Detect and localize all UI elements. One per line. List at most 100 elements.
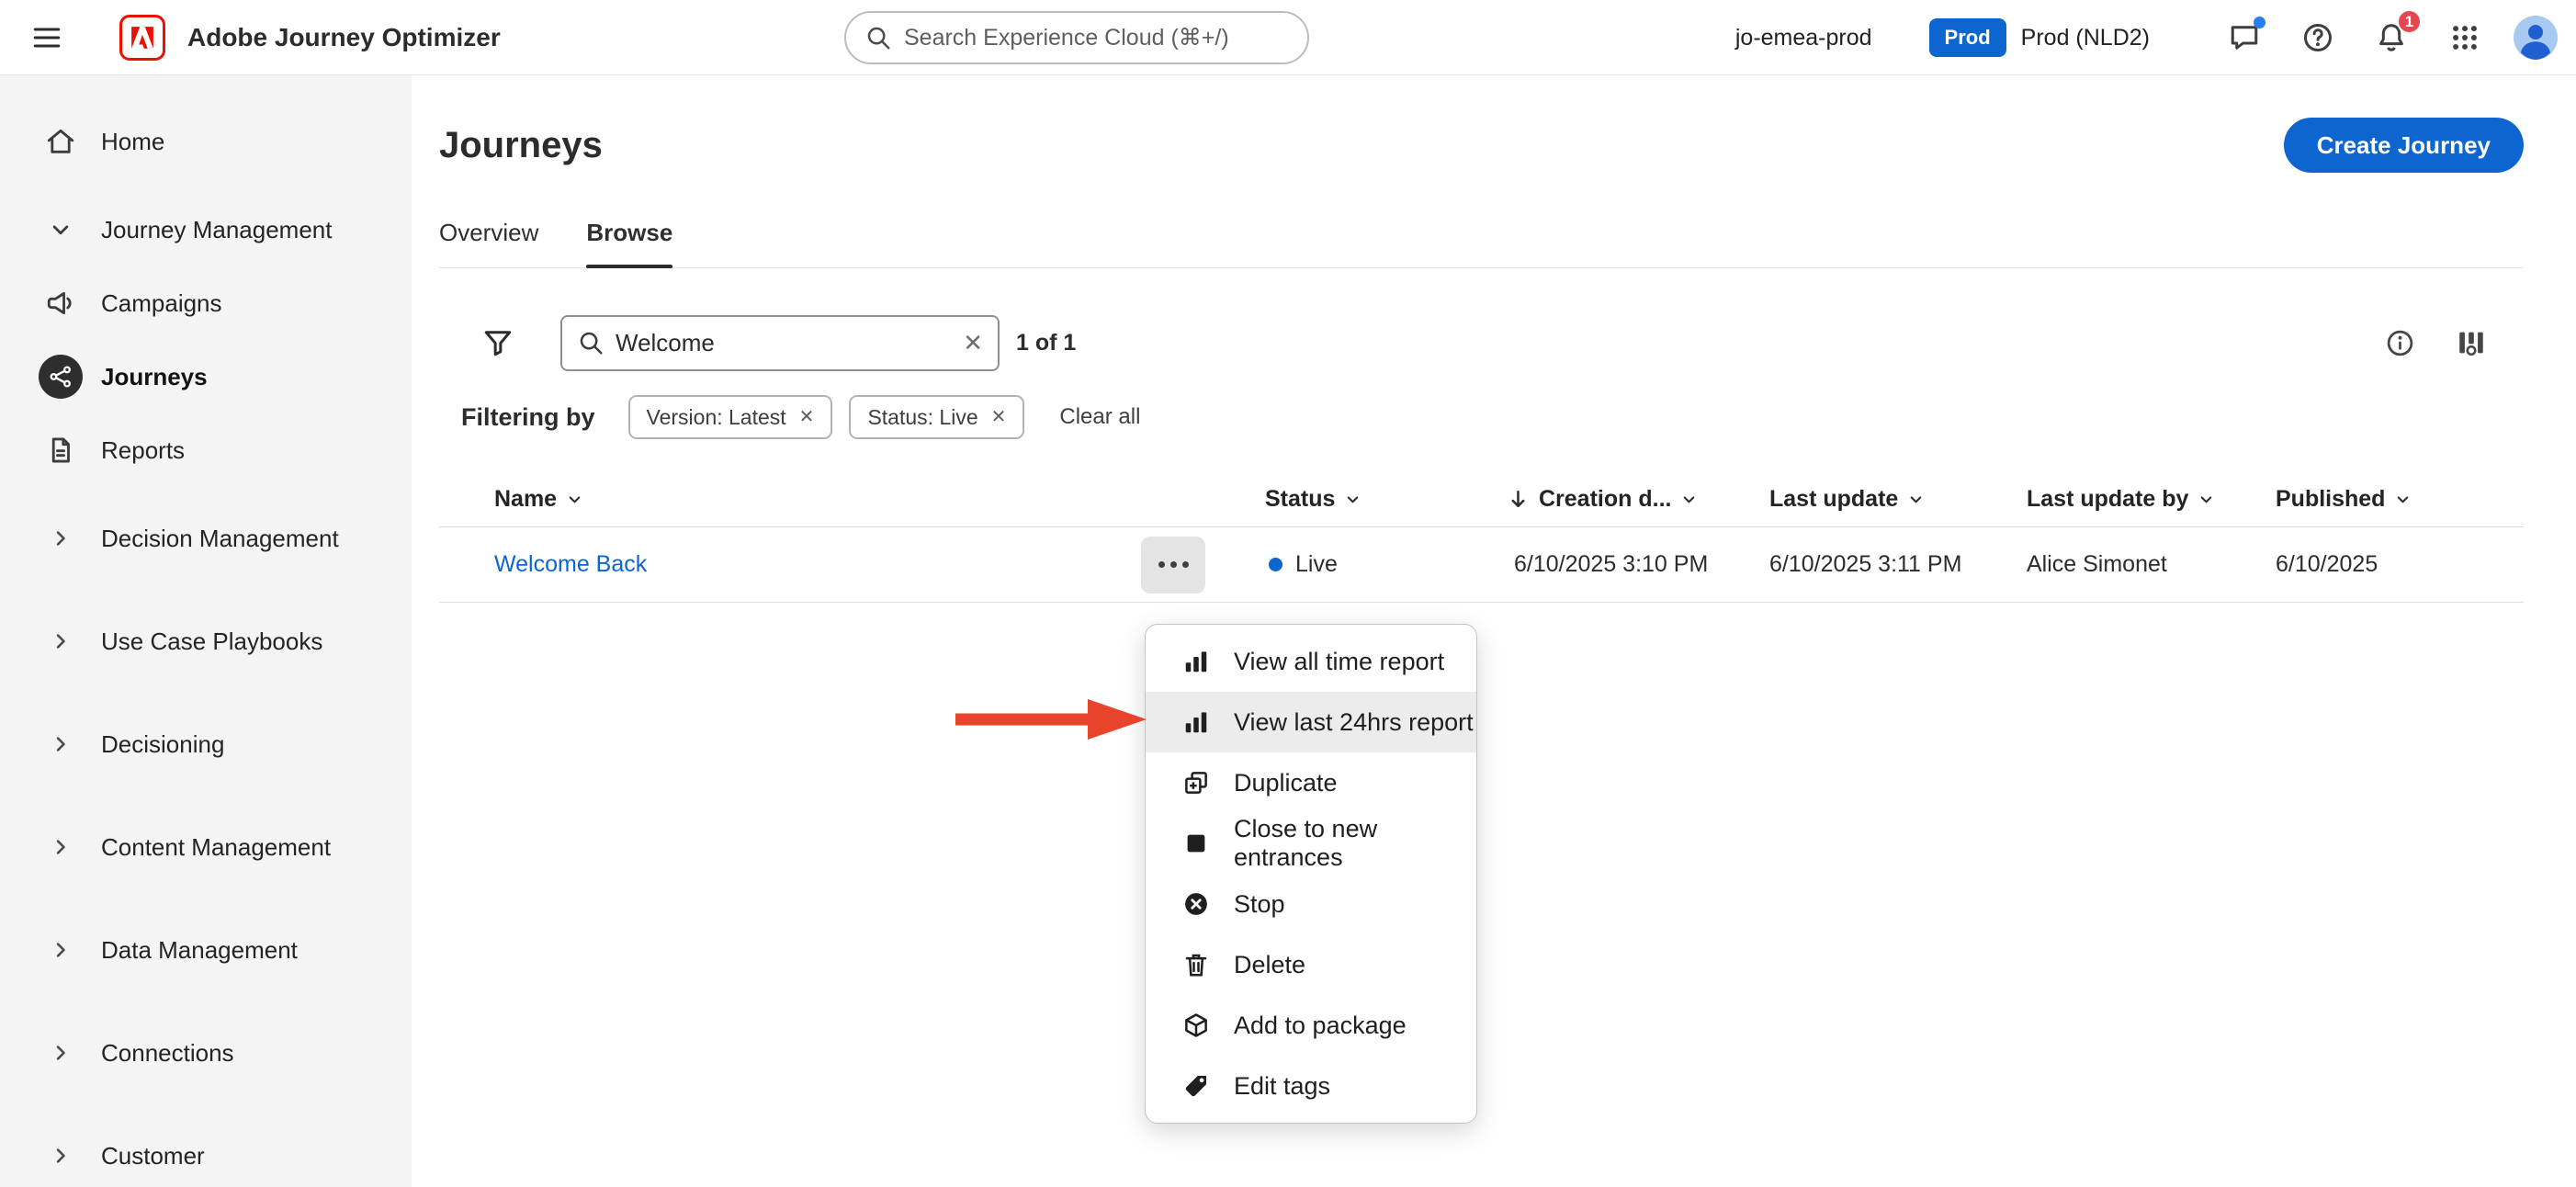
more-actions-button[interactable] (1141, 537, 1205, 594)
chart-icon (1181, 646, 1212, 677)
column-header-published[interactable]: Published (2276, 486, 2524, 513)
sidebar-group-decisioning[interactable]: Decisioning (0, 693, 412, 796)
journeys-icon (39, 355, 83, 399)
env-badge[interactable]: Prod (1929, 18, 2006, 57)
help-button[interactable] (2291, 11, 2344, 64)
user-avatar[interactable] (2514, 16, 2558, 60)
table-row[interactable]: Welcome Back Live 6/10/2025 3:10 PM 6/10… (439, 527, 2524, 603)
app-switcher-button[interactable] (2438, 11, 2491, 64)
sidebar-item-label: Content Management (101, 833, 331, 862)
tab-overview[interactable]: Overview (439, 211, 538, 267)
chevron-down-icon (2198, 491, 2215, 508)
adobe-logo (119, 15, 165, 61)
tab-browse[interactable]: Browse (586, 211, 672, 267)
main-content: Journeys Create Journey Overview Browse … (412, 75, 2576, 1187)
status-cell: Live (1265, 551, 1507, 578)
feedback-button[interactable] (2218, 11, 2271, 64)
env-name: Prod (NLD2) (2021, 25, 2150, 51)
filter-chip-status[interactable]: Status: Live ✕ (849, 395, 1024, 439)
column-header-last-update[interactable]: Last update (1769, 486, 2027, 513)
sidebar-group-customer[interactable]: Customer (0, 1104, 412, 1187)
sidebar-item-reports[interactable]: Reports (0, 413, 412, 487)
sidebar-group-data-management[interactable]: Data Management (0, 899, 412, 1001)
global-search[interactable] (844, 11, 1309, 64)
menu-item-stop[interactable]: Stop (1146, 874, 1476, 934)
sidebar-item-label: Customer (101, 1142, 205, 1170)
duplicate-icon (1181, 767, 1212, 798)
column-header-last-update-by[interactable]: Last update by (2027, 486, 2276, 513)
more-icon (1158, 561, 1165, 568)
tab-bar: Overview Browse (439, 211, 2524, 268)
filter-chip-version[interactable]: Version: Latest ✕ (628, 395, 833, 439)
filter-button[interactable] (480, 324, 516, 361)
menu-item-edit-tags[interactable]: Edit tags (1146, 1056, 1476, 1116)
column-settings-button[interactable] (2456, 327, 2487, 358)
menu-item-view-all-time-report[interactable]: View all time report (1146, 631, 1476, 692)
column-label: Last update (1769, 486, 1898, 513)
package-icon (1181, 1010, 1212, 1041)
row-context-menu: View all time report View last 24hrs rep… (1145, 624, 1477, 1124)
journeys-search-input[interactable] (616, 329, 952, 357)
menu-item-label: Edit tags (1234, 1072, 1330, 1101)
home-icon (39, 119, 83, 164)
hamburger-menu-button[interactable] (26, 17, 68, 59)
chevron-down-icon (1344, 491, 1361, 508)
info-button[interactable] (2385, 328, 2415, 358)
feedback-notification-dot (2254, 17, 2265, 28)
remove-filter-icon[interactable]: ✕ (991, 408, 1007, 426)
megaphone-icon (39, 281, 83, 325)
global-search-input[interactable] (904, 25, 1289, 51)
remove-filter-icon[interactable]: ✕ (799, 408, 815, 426)
menu-item-view-last-24hrs-report[interactable]: View last 24hrs report (1146, 692, 1476, 752)
notifications-button[interactable]: 1 (2365, 11, 2418, 64)
sidebar-item-home[interactable]: Home (0, 105, 412, 178)
menu-item-label: Duplicate (1234, 769, 1338, 797)
sidebar-group-use-case-playbooks[interactable]: Use Case Playbooks (0, 590, 412, 693)
square-icon (1181, 828, 1212, 859)
list-toolbar: ✕ 1 of 1 (439, 314, 2524, 371)
org-name: jo-emea-prod (1735, 25, 1872, 51)
menu-item-add-to-package[interactable]: Add to package (1146, 995, 1476, 1056)
sidebar-group-decision-management[interactable]: Decision Management (0, 487, 412, 590)
chevron-down-icon (39, 208, 83, 252)
sidebar-item-label: Journeys (101, 363, 208, 391)
sidebar-item-label: Use Case Playbooks (101, 627, 322, 656)
top-bar-right: jo-emea-prod Prod Prod (NLD2) 1 (1735, 0, 2558, 75)
published-cell: 6/10/2025 (2276, 551, 2524, 578)
sidebar-item-label: Journey Management (101, 216, 332, 244)
chevron-right-icon (39, 928, 83, 972)
pointer-arrow (952, 695, 1150, 744)
tag-icon (1181, 1070, 1212, 1102)
clear-all-filters-button[interactable]: Clear all (1059, 404, 1140, 430)
apps-grid-icon (2449, 22, 2480, 53)
journeys-search-box[interactable]: ✕ (560, 315, 1000, 371)
chevron-right-icon (39, 825, 83, 869)
column-label: Published (2276, 486, 2385, 513)
column-label: Last update by (2027, 486, 2188, 513)
create-journey-button[interactable]: Create Journey (2284, 118, 2524, 173)
clear-search-icon[interactable]: ✕ (963, 331, 983, 355)
sidebar-group-journey-management[interactable]: Journey Management (0, 193, 412, 266)
menu-item-duplicate[interactable]: Duplicate (1146, 752, 1476, 813)
hamburger-icon (30, 21, 63, 54)
chevron-down-icon (566, 491, 583, 508)
document-icon (39, 428, 83, 472)
menu-item-delete[interactable]: Delete (1146, 934, 1476, 995)
info-icon (2385, 328, 2415, 358)
sidebar-item-journeys[interactable]: Journeys (0, 340, 412, 413)
sidebar-item-campaigns[interactable]: Campaigns (0, 266, 412, 340)
journeys-table: Name Status Creation d... Last update La… (439, 472, 2524, 603)
sidebar-group-connections[interactable]: Connections (0, 1001, 412, 1104)
sidebar-group-content-management[interactable]: Content Management (0, 796, 412, 899)
menu-item-label: Close to new entrances (1234, 815, 1476, 872)
page-title: Journeys (439, 125, 603, 166)
column-header-name[interactable]: Name (439, 486, 1265, 513)
journey-name-link[interactable]: Welcome Back (494, 551, 647, 578)
chart-icon (1181, 707, 1212, 738)
column-label: Status (1265, 486, 1335, 513)
status-label: Live (1295, 551, 1338, 578)
column-header-status[interactable]: Status (1265, 486, 1507, 513)
column-header-creation-date[interactable]: Creation d... (1507, 486, 1769, 513)
menu-item-close-to-new-entrances[interactable]: Close to new entrances (1146, 813, 1476, 874)
notification-count-badge: 1 (2397, 9, 2422, 34)
